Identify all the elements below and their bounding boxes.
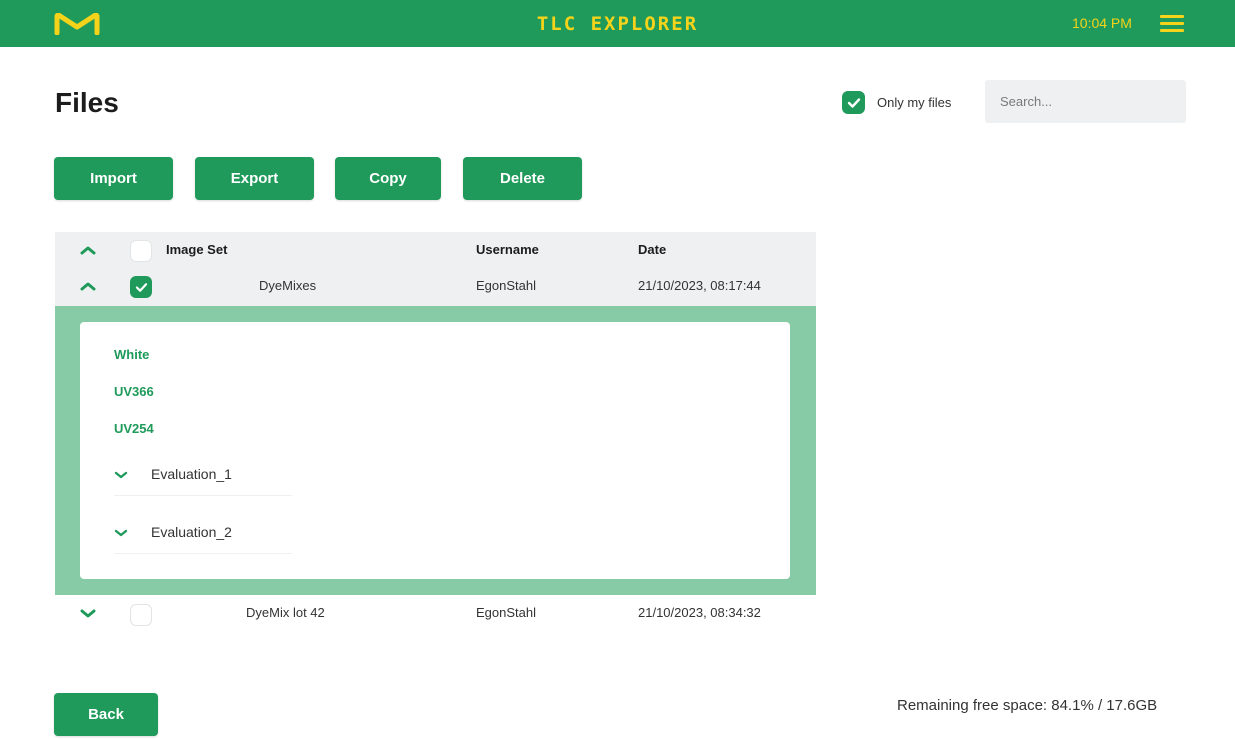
export-button[interactable]: Export: [195, 157, 314, 200]
files-table: Image Set Username Date DyeMixes EgonSta…: [55, 232, 816, 632]
only-my-files-checkbox[interactable]: [842, 91, 865, 114]
search-input[interactable]: [985, 80, 1186, 123]
row-date: 21/10/2023, 08:17:44: [638, 278, 761, 293]
chevron-down-icon[interactable]: [79, 607, 97, 621]
column-header-date[interactable]: Date: [638, 232, 666, 268]
expanded-row-details: White UV366 UV254 Evaluation_1 Evaluatio…: [55, 306, 816, 595]
evaluation-item[interactable]: Evaluation_1: [114, 456, 292, 496]
app-title: TLC EXPLORER: [536, 13, 699, 35]
import-button[interactable]: Import: [54, 157, 173, 200]
free-space-indicator: Remaining free space: 84.1% / 17.6GB: [897, 697, 1158, 714]
hamburger-menu-icon[interactable]: [1160, 13, 1184, 33]
image-link-white[interactable]: White: [114, 347, 149, 362]
only-my-files-label: Only my files: [877, 95, 952, 110]
row-username: EgonStahl: [476, 278, 536, 293]
row-username: EgonStahl: [476, 605, 536, 620]
column-header-image-set[interactable]: Image Set: [166, 232, 227, 268]
select-all-checkbox[interactable]: [130, 240, 152, 262]
row-image-set: DyeMixes: [259, 278, 317, 293]
copy-button[interactable]: Copy: [335, 157, 441, 200]
row-date: 21/10/2023, 08:34:32: [638, 605, 761, 620]
chevron-down-icon: [114, 471, 128, 479]
evaluation-label: Evaluation_2: [151, 524, 232, 540]
table-row[interactable]: DyeMixes EgonStahl 21/10/2023, 08:17:44: [55, 268, 816, 306]
checkmark-icon: [847, 97, 860, 108]
chevron-up-icon[interactable]: [79, 243, 97, 257]
evaluation-label: Evaluation_1: [151, 466, 232, 482]
clock: 10:04 PM: [1072, 15, 1132, 31]
table-row[interactable]: DyeMix lot 42 EgonStahl 21/10/2023, 08:3…: [55, 595, 816, 632]
delete-button[interactable]: Delete: [463, 157, 582, 200]
checkmark-icon: [135, 282, 147, 292]
image-link-uv366[interactable]: UV366: [114, 384, 154, 399]
chevron-up-icon[interactable]: [79, 279, 97, 293]
top-bar: TLC EXPLORER 10:04 PM: [0, 0, 1235, 47]
details-panel: White UV366 UV254 Evaluation_1 Evaluatio…: [80, 322, 790, 579]
image-link-uv254[interactable]: UV254: [114, 421, 154, 436]
only-my-files-toggle[interactable]: Only my files: [842, 91, 951, 114]
table-header: Image Set Username Date: [55, 232, 816, 268]
page-title: Files: [55, 87, 119, 118]
row-checkbox[interactable]: [130, 604, 152, 626]
row-image-set: DyeMix lot 42: [246, 605, 325, 620]
chevron-down-icon: [114, 529, 128, 537]
evaluation-item[interactable]: Evaluation_2: [114, 514, 292, 554]
back-button[interactable]: Back: [54, 693, 158, 736]
column-header-username[interactable]: Username: [476, 232, 539, 268]
row-checkbox[interactable]: [130, 276, 152, 298]
